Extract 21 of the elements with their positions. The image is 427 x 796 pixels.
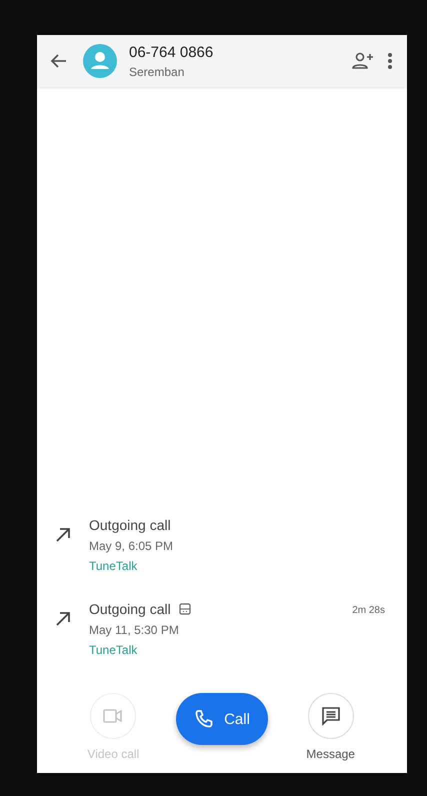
phone-icon: [194, 709, 214, 729]
call-button[interactable]: Call: [176, 693, 268, 745]
avatar-icon: [83, 44, 117, 78]
more-icon: [387, 52, 393, 70]
video-camera-icon: [103, 709, 124, 723]
outgoing-arrow-icon: [55, 611, 71, 627]
message-button[interactable]: [308, 693, 354, 739]
add-person-icon: [351, 51, 375, 71]
call-type-label: Outgoing call: [89, 601, 171, 617]
call-type-label: Outgoing call: [89, 517, 171, 533]
phone-number: 06-764 0866: [129, 44, 214, 60]
call-duration: 2m 28s: [352, 605, 385, 616]
call-time: May 9, 6:05 PM: [89, 539, 174, 553]
location-label: Seremban: [129, 64, 186, 78]
call-time: May 11, 5:30 PM: [89, 623, 180, 637]
chat-bubble-icon: [320, 706, 341, 726]
action-label: Video call: [87, 747, 140, 761]
carrier-label: TuneTalk: [89, 559, 138, 573]
carrier-label: TuneTalk: [89, 643, 138, 657]
outgoing-arrow-icon: [55, 527, 71, 543]
action-label: Message: [306, 747, 355, 761]
